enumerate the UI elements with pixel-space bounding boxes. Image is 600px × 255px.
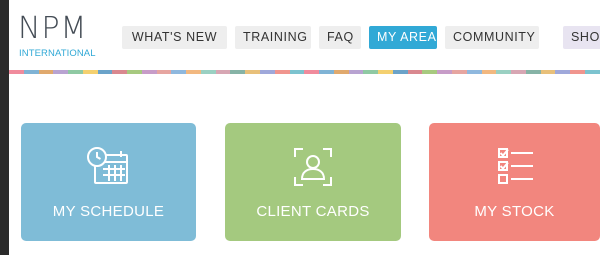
client-card-icon (294, 148, 332, 186)
strip-segment (112, 70, 128, 74)
strip-segment (451, 70, 467, 74)
strip-segment (215, 70, 231, 74)
strip-segment (348, 70, 364, 74)
strip-segment (319, 70, 334, 74)
calendar-clock-icon (86, 147, 128, 184)
strip-segment (23, 70, 39, 74)
strip-segment (378, 70, 393, 74)
logo[interactable]: NPM INTERNATIONAL (18, 14, 110, 62)
strip-segment (525, 70, 541, 74)
my-schedule-label: MY SCHEDULE (52, 203, 165, 220)
color-strip (9, 70, 600, 74)
strip-segment (141, 70, 157, 74)
strip-segment (245, 70, 261, 74)
strip-segment (422, 70, 438, 74)
nav-training[interactable]: TRAINING (235, 26, 311, 49)
my-schedule-tile[interactable]: MY SCHEDULE (21, 123, 196, 241)
logo-mark: NPM (18, 11, 88, 46)
strip-segment (38, 70, 54, 74)
nav-my-area[interactable]: MY AREA (369, 26, 437, 49)
strip-segment (392, 70, 408, 74)
logo-subtitle: INTERNATIONAL (19, 48, 96, 59)
strip-segment (333, 70, 349, 74)
nav-faq[interactable]: FAQ (319, 26, 361, 49)
site-header: NPM INTERNATIONAL WHAT'S NEW TRAINING FA… (9, 0, 600, 72)
strip-segment (53, 70, 69, 74)
strip-segment (584, 70, 600, 74)
strip-segment (570, 70, 585, 74)
strip-segment (82, 70, 98, 74)
strip-segment (186, 70, 201, 74)
strip-segment (363, 70, 379, 74)
my-stock-tile[interactable]: MY STOCK (429, 123, 600, 241)
strip-segment (171, 70, 187, 74)
strip-segment (68, 70, 83, 74)
strip-segment (9, 70, 24, 74)
strip-segment (555, 70, 571, 74)
strip-segment (289, 70, 305, 74)
strip-segment (274, 70, 290, 74)
strip-segment (230, 70, 246, 74)
client-cards-tile[interactable]: CLIENT CARDS (225, 123, 401, 241)
strip-segment (511, 70, 526, 74)
strip-segment (481, 70, 497, 74)
strip-segment (304, 70, 320, 74)
page: NPM INTERNATIONAL WHAT'S NEW TRAINING FA… (9, 0, 600, 255)
strip-segment (260, 70, 275, 74)
strip-segment (466, 70, 482, 74)
my-stock-label: MY STOCK (474, 203, 555, 220)
strip-segment (437, 70, 452, 74)
strip-segment (540, 70, 556, 74)
strip-segment (407, 70, 423, 74)
strip-segment (496, 70, 512, 74)
strip-segment (156, 70, 172, 74)
strip-segment (200, 70, 216, 74)
strip-segment (127, 70, 142, 74)
client-cards-label: CLIENT CARDS (256, 203, 370, 220)
checklist-icon (497, 148, 533, 184)
strip-segment (97, 70, 113, 74)
nav-whats-new[interactable]: WHAT'S NEW (122, 26, 227, 49)
nav-shop[interactable]: SHOP (563, 26, 600, 49)
nav-community[interactable]: COMMUNITY (445, 26, 539, 49)
